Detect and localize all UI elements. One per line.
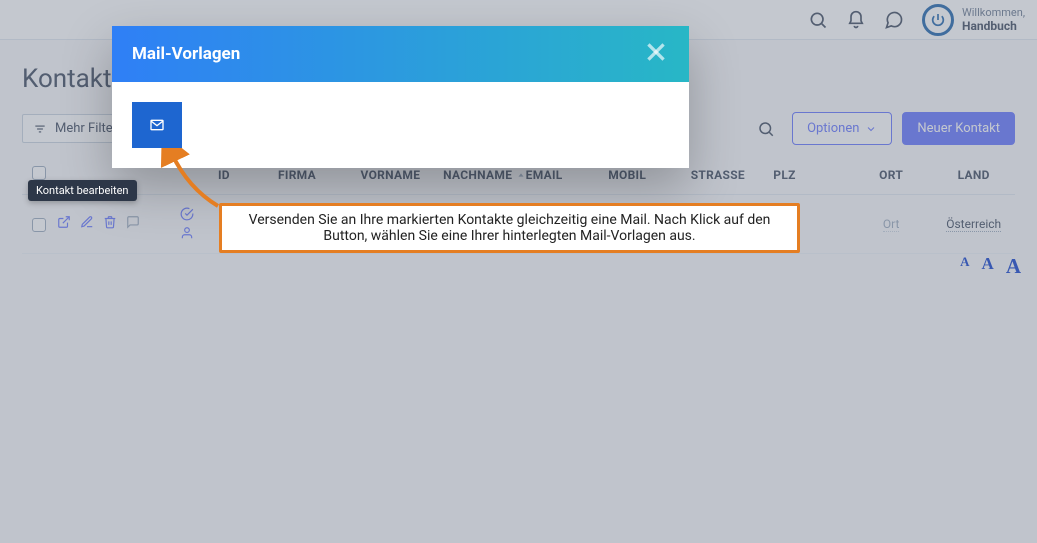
callout-box: Versenden Sie an Ihre markierten Kontakt… [219, 203, 800, 253]
mail-templates-modal: Mail-Vorlagen [112, 26, 689, 168]
mail-icon [147, 117, 167, 133]
modal-header: Mail-Vorlagen [112, 26, 689, 82]
close-icon[interactable] [643, 39, 669, 69]
tooltip-edit-contact: Kontakt bearbeiten [28, 180, 137, 201]
modal-body [112, 82, 689, 168]
modal-title: Mail-Vorlagen [132, 44, 240, 64]
send-mail-button[interactable] [132, 102, 182, 148]
